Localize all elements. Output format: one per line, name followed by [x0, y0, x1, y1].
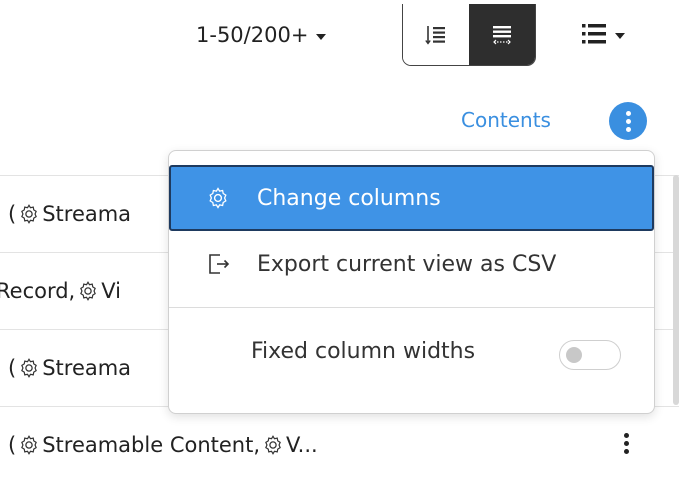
menu-item-label: Change columns	[257, 185, 441, 211]
row-cell-text: Streama	[42, 202, 132, 226]
toggle-label: Fixed column widths	[251, 338, 476, 364]
pagination-dropdown[interactable]: 1-50/200+	[196, 20, 327, 50]
row-cell-text: Streamable Content,	[42, 433, 261, 457]
row-cell-text: Vi	[101, 279, 121, 303]
row-cell-prefix: (	[8, 356, 17, 380]
row-cell-prefix: (	[8, 202, 17, 226]
row-cell-text: V...	[286, 433, 318, 457]
gear-icon	[80, 281, 97, 301]
view-mode-sorted-list[interactable]	[403, 4, 469, 65]
caret-down-icon	[316, 33, 327, 40]
app-root: 1-50/200+ Contents (Streama Record, Vi …	[0, 0, 679, 484]
row-more-button[interactable]	[624, 433, 629, 454]
gear-icon	[265, 435, 281, 455]
menu-item-export-csv[interactable]: Export current view as CSV	[171, 231, 652, 297]
gear-icon	[21, 204, 38, 224]
list-menu-button[interactable]	[580, 18, 625, 50]
table-row[interactable]: ( Streamable Content, V...	[0, 406, 679, 483]
export-icon	[201, 251, 235, 277]
options-dropdown-menu: Change columns Export current view as CS…	[168, 150, 655, 414]
list-menu-icon	[582, 24, 606, 44]
kebab-vertical-icon	[625, 110, 631, 116]
gear-icon	[201, 186, 235, 210]
gear-icon	[21, 358, 38, 378]
menu-item-change-columns[interactable]: Change columns	[169, 165, 654, 231]
more-options-button[interactable]	[609, 102, 647, 140]
list-sort-icon	[425, 25, 445, 45]
column-width-icon	[493, 25, 511, 44]
menu-item-label: Export current view as CSV	[257, 251, 557, 277]
row-cell-prefix: Record,	[0, 279, 76, 303]
menu-item-fixed-column-widths: Fixed column widths	[169, 308, 654, 394]
pagination-label: 1-50/200+	[196, 23, 309, 47]
row-cell-text: Streama	[42, 356, 132, 380]
kebab-vertical-icon	[624, 433, 629, 438]
caret-down-icon	[615, 32, 625, 39]
fixed-column-widths-toggle[interactable]	[559, 340, 621, 370]
scrollbar[interactable]	[673, 175, 679, 405]
view-mode-fit-width[interactable]	[469, 4, 535, 65]
view-mode-toggle	[402, 4, 536, 66]
toggle-knob	[566, 347, 582, 363]
contents-link[interactable]: Contents	[461, 108, 551, 132]
row-cell-prefix: (	[8, 433, 17, 457]
gear-icon	[21, 435, 38, 455]
